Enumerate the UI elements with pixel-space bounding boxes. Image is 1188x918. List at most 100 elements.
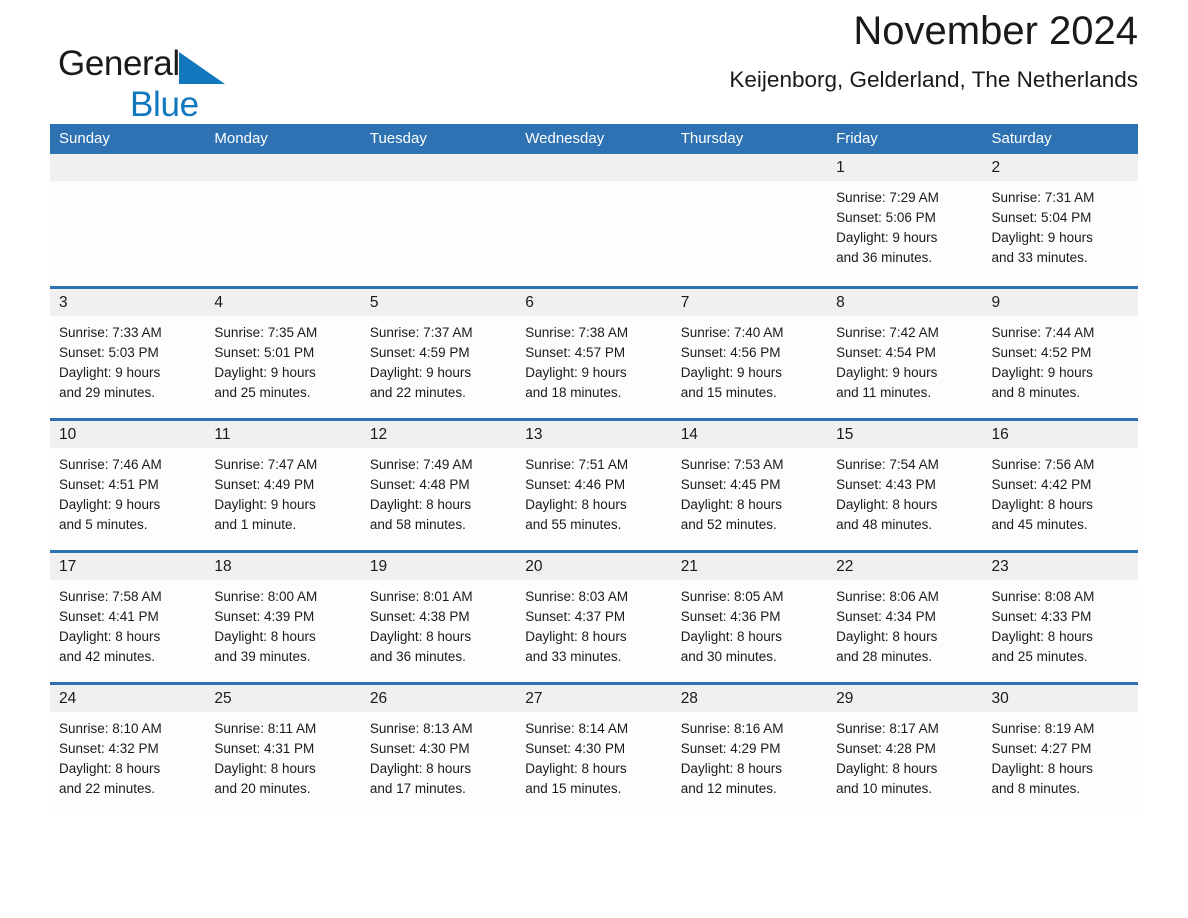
sunrise-text: Sunrise: 8:08 AM bbox=[991, 589, 1095, 604]
daylight-text-line2: and 58 minutes. bbox=[369, 517, 466, 532]
day-cell[interactable]: 29 Sunrise: 8:17 AM Sunset: 4:28 PM Dayl… bbox=[827, 685, 983, 814]
daylight-text-line2: and 10 minutes. bbox=[836, 781, 933, 796]
daylight-text-line1: Daylight: 9 hours bbox=[214, 365, 316, 380]
day-number: 22 bbox=[836, 558, 854, 575]
day-cell[interactable]: 28 Sunrise: 8:16 AM Sunset: 4:29 PM Dayl… bbox=[671, 685, 828, 814]
day-cell[interactable] bbox=[205, 154, 361, 286]
day-number-band bbox=[671, 154, 828, 181]
sunset-text: Sunset: 4:42 PM bbox=[991, 477, 1092, 492]
day-cell[interactable] bbox=[671, 154, 828, 286]
day-cell[interactable]: 23 Sunrise: 8:08 AM Sunset: 4:33 PM Dayl… bbox=[982, 553, 1138, 682]
day-cell[interactable]: 9 Sunrise: 7:44 AM Sunset: 4:52 PM Dayli… bbox=[982, 289, 1138, 418]
sunset-text: Sunset: 4:57 PM bbox=[525, 345, 626, 360]
daylight-text-line2: and 28 minutes. bbox=[836, 649, 933, 664]
sunrise-text: Sunrise: 7:38 AM bbox=[525, 325, 629, 340]
day-number-band: 7 bbox=[671, 289, 828, 316]
day-cell[interactable]: 22 Sunrise: 8:06 AM Sunset: 4:34 PM Dayl… bbox=[827, 553, 983, 682]
day-cell[interactable]: 30 Sunrise: 8:19 AM Sunset: 4:27 PM Dayl… bbox=[982, 685, 1138, 814]
day-cell[interactable]: 8 Sunrise: 7:42 AM Sunset: 4:54 PM Dayli… bbox=[827, 289, 983, 418]
day-number-band: 10 bbox=[50, 421, 206, 448]
day-number-band: 30 bbox=[982, 685, 1138, 712]
sunset-text: Sunset: 4:36 PM bbox=[680, 609, 781, 624]
day-number: 24 bbox=[59, 690, 77, 707]
calendar-page: General Blue November 2024 Keijenborg, G… bbox=[0, 0, 1188, 918]
day-cell[interactable]: 26 Sunrise: 8:13 AM Sunset: 4:30 PM Dayl… bbox=[360, 685, 517, 814]
day-cell[interactable]: 12 Sunrise: 7:49 AM Sunset: 4:48 PM Dayl… bbox=[360, 421, 517, 550]
day-number-band bbox=[516, 154, 672, 181]
day-number-band bbox=[205, 154, 361, 181]
day-cell[interactable]: 1 Sunrise: 7:29 AM Sunset: 5:06 PM Dayli… bbox=[827, 154, 983, 286]
day-cell[interactable]: 3 Sunrise: 7:33 AM Sunset: 5:03 PM Dayli… bbox=[50, 289, 206, 418]
day-cell[interactable] bbox=[516, 154, 672, 286]
day-number-band: 16 bbox=[982, 421, 1138, 448]
day-number-band: 21 bbox=[671, 553, 828, 580]
daylight-text-line2: and 18 minutes. bbox=[525, 385, 622, 400]
sunset-text: Sunset: 5:01 PM bbox=[214, 345, 315, 360]
daylight-text-line1: Daylight: 8 hours bbox=[680, 497, 782, 512]
sunrise-text: Sunrise: 8:10 AM bbox=[59, 721, 162, 736]
day-cell[interactable] bbox=[50, 154, 206, 286]
day-cell[interactable]: 13 Sunrise: 7:51 AM Sunset: 4:46 PM Dayl… bbox=[516, 421, 672, 550]
day-number-band: 17 bbox=[50, 553, 206, 580]
day-number: 28 bbox=[680, 690, 698, 707]
daylight-text-line1: Daylight: 8 hours bbox=[680, 629, 782, 644]
sunset-text: Sunset: 5:04 PM bbox=[991, 210, 1092, 225]
daylight-text-line2: and 55 minutes. bbox=[525, 517, 622, 532]
day-cell[interactable]: 17 Sunrise: 7:58 AM Sunset: 4:41 PM Dayl… bbox=[50, 553, 206, 682]
day-cell[interactable]: 18 Sunrise: 8:00 AM Sunset: 4:39 PM Dayl… bbox=[205, 553, 361, 682]
brand-logo[interactable]: General Blue bbox=[58, 46, 318, 126]
day-cell[interactable]: 5 Sunrise: 7:37 AM Sunset: 4:59 PM Dayli… bbox=[360, 289, 517, 418]
day-details: Sunrise: 7:35 AM Sunset: 5:01 PM Dayligh… bbox=[205, 316, 360, 403]
day-cell[interactable]: 7 Sunrise: 7:40 AM Sunset: 4:56 PM Dayli… bbox=[671, 289, 828, 418]
sunset-text: Sunset: 4:39 PM bbox=[214, 609, 315, 624]
day-number: 16 bbox=[991, 426, 1009, 443]
day-details: Sunrise: 7:33 AM Sunset: 5:03 PM Dayligh… bbox=[50, 316, 205, 403]
day-cell[interactable]: 10 Sunrise: 7:46 AM Sunset: 4:51 PM Dayl… bbox=[50, 421, 206, 550]
day-cell[interactable]: 4 Sunrise: 7:35 AM Sunset: 5:01 PM Dayli… bbox=[205, 289, 361, 418]
day-cell[interactable]: 27 Sunrise: 8:14 AM Sunset: 4:30 PM Dayl… bbox=[516, 685, 672, 814]
sunrise-text: Sunrise: 7:51 AM bbox=[525, 457, 629, 472]
daylight-text-line1: Daylight: 8 hours bbox=[836, 497, 938, 512]
day-details: Sunrise: 7:40 AM Sunset: 4:56 PM Dayligh… bbox=[672, 316, 827, 403]
day-number-band: 1 bbox=[827, 154, 983, 181]
day-number: 7 bbox=[680, 294, 690, 311]
day-cell[interactable] bbox=[360, 154, 517, 286]
day-details: Sunrise: 8:05 AM Sunset: 4:36 PM Dayligh… bbox=[672, 580, 827, 667]
day-cell[interactable]: 14 Sunrise: 7:53 AM Sunset: 4:45 PM Dayl… bbox=[671, 421, 828, 550]
day-number-band: 18 bbox=[205, 553, 361, 580]
day-cell[interactable]: 2 Sunrise: 7:31 AM Sunset: 5:04 PM Dayli… bbox=[982, 154, 1138, 286]
daylight-text-line2: and 39 minutes. bbox=[214, 649, 311, 664]
sunrise-text: Sunrise: 7:37 AM bbox=[369, 325, 473, 340]
sunrise-text: Sunrise: 7:49 AM bbox=[369, 457, 473, 472]
week-row: 3 Sunrise: 7:33 AM Sunset: 5:03 PM Dayli… bbox=[50, 286, 1138, 418]
day-number: 12 bbox=[369, 426, 388, 443]
day-cell[interactable]: 6 Sunrise: 7:38 AM Sunset: 4:57 PM Dayli… bbox=[516, 289, 672, 418]
day-cell[interactable]: 21 Sunrise: 8:05 AM Sunset: 4:36 PM Dayl… bbox=[671, 553, 828, 682]
day-details: Sunrise: 7:53 AM Sunset: 4:45 PM Dayligh… bbox=[672, 448, 827, 535]
sunset-text: Sunset: 4:30 PM bbox=[525, 741, 626, 756]
daylight-text-line1: Daylight: 9 hours bbox=[836, 230, 938, 245]
daylight-text-line2: and 42 minutes. bbox=[59, 649, 156, 664]
day-number: 27 bbox=[525, 690, 543, 707]
daylight-text-line2: and 22 minutes. bbox=[369, 385, 466, 400]
sunset-text: Sunset: 4:27 PM bbox=[991, 741, 1092, 756]
sunrise-text: Sunrise: 7:31 AM bbox=[991, 190, 1095, 205]
sunset-text: Sunset: 4:34 PM bbox=[836, 609, 936, 624]
day-cell[interactable]: 19 Sunrise: 8:01 AM Sunset: 4:38 PM Dayl… bbox=[360, 553, 517, 682]
day-cell[interactable]: 11 Sunrise: 7:47 AM Sunset: 4:49 PM Dayl… bbox=[205, 421, 361, 550]
sunrise-text: Sunrise: 7:44 AM bbox=[991, 325, 1095, 340]
day-details: Sunrise: 7:38 AM Sunset: 4:57 PM Dayligh… bbox=[516, 316, 671, 403]
daylight-text-line2: and 15 minutes. bbox=[525, 781, 622, 796]
day-number: 8 bbox=[836, 294, 845, 311]
daylight-text-line1: Daylight: 8 hours bbox=[369, 497, 472, 512]
day-number-band: 25 bbox=[205, 685, 361, 712]
day-cell[interactable]: 24 Sunrise: 8:10 AM Sunset: 4:32 PM Dayl… bbox=[50, 685, 206, 814]
day-cell[interactable]: 20 Sunrise: 8:03 AM Sunset: 4:37 PM Dayl… bbox=[516, 553, 672, 682]
day-details: Sunrise: 8:19 AM Sunset: 4:27 PM Dayligh… bbox=[983, 712, 1138, 799]
daylight-text-line1: Daylight: 9 hours bbox=[59, 365, 161, 380]
day-cell[interactable]: 16 Sunrise: 7:56 AM Sunset: 4:42 PM Dayl… bbox=[982, 421, 1138, 550]
sunset-text: Sunset: 4:33 PM bbox=[991, 609, 1092, 624]
day-number-band: 20 bbox=[516, 553, 672, 580]
day-cell[interactable]: 15 Sunrise: 7:54 AM Sunset: 4:43 PM Dayl… bbox=[827, 421, 983, 550]
day-cell[interactable]: 25 Sunrise: 8:11 AM Sunset: 4:31 PM Dayl… bbox=[205, 685, 361, 814]
